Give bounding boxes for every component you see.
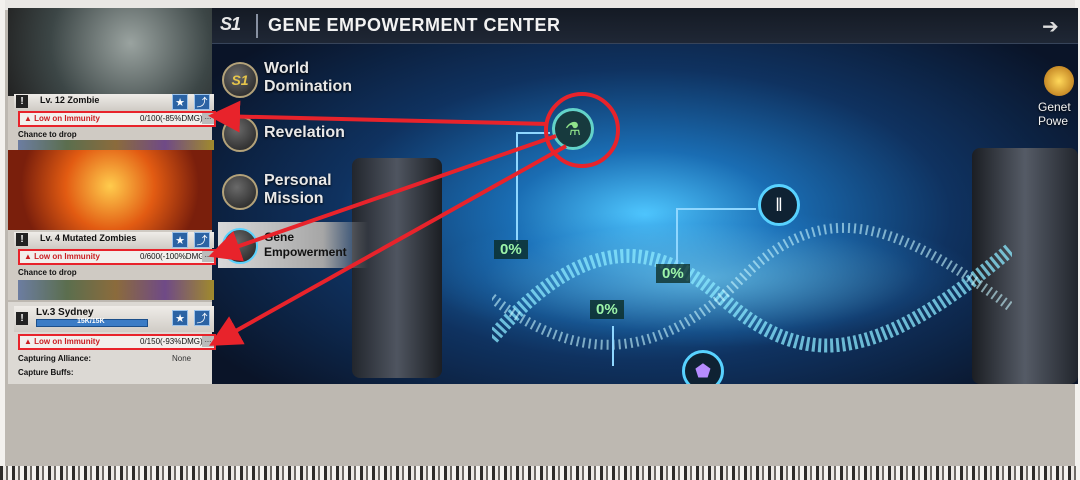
immunity-label: ▲ Low on Immunity (24, 252, 100, 261)
card-title: Lv.3 Sydney (36, 307, 94, 318)
immunity-value: 0/600(-100%DMG) (140, 252, 208, 261)
menu-item-revelation[interactable]: Revelation (218, 110, 368, 156)
immunity-value: 0/150(-93%DMG) (140, 337, 203, 346)
immunity-row: ▲ Low on Immunity 0/100(-85%DMG) ... (18, 111, 216, 127)
hp-bar: 15K/15K (36, 318, 148, 327)
ammo-node[interactable]: ‖ (758, 184, 800, 226)
capturing-alliance-value: None (172, 354, 192, 363)
world-domination-icon: S1 (222, 62, 258, 98)
connector-line (516, 132, 518, 242)
gene-scene: S1 GENE EMPOWERMENT CENTER ➔ S1 World Do… (212, 8, 1078, 384)
progress-percent: 0% (590, 300, 624, 319)
card-header: ! Lv.3 Sydney 15K/15K ★ ⤴ (14, 306, 214, 332)
personal-mission-icon (222, 174, 258, 210)
menu-item-world-domination[interactable]: S1 World Domination (218, 56, 368, 102)
favorite-star-button[interactable]: ★ (172, 232, 188, 248)
zombie-portrait (8, 8, 212, 96)
share-button[interactable]: ⤴ (194, 94, 210, 110)
page-title: GENE EMPOWERMENT CENTER (268, 15, 561, 35)
mutated-zombies-info-card: ! Lv. 4 Mutated Zombies ★ ⤴ ▲ Low on Imm… (8, 150, 216, 300)
connector-line (612, 326, 614, 366)
bullets-icon: ‖ (775, 195, 783, 215)
immunity-value: 0/100(-85%DMG) (140, 114, 203, 123)
menu-label: Revelation (264, 124, 345, 141)
connector-line (676, 208, 678, 264)
progress-percent: 0% (656, 264, 690, 283)
drop-label: Chance to drop (18, 130, 77, 139)
exclamation-icon: ! (16, 233, 28, 246)
back-icon[interactable]: ➔ (1042, 14, 1074, 38)
exclamation-icon: ! (16, 95, 28, 108)
exclamation-icon: ! (16, 312, 28, 325)
immunity-label: ▲ Low on Immunity (24, 114, 100, 123)
hp-value: 15K/15K (77, 318, 105, 325)
progress-percent: 0% (494, 240, 528, 259)
card-title: Lv. 12 Zombie (40, 95, 100, 105)
favorite-star-button[interactable]: ★ (172, 310, 188, 326)
crystal-icon: ⬟ (695, 361, 711, 381)
menu-label: World Domination (264, 60, 352, 95)
favorite-star-button[interactable]: ★ (172, 94, 188, 110)
revelation-icon (222, 116, 258, 152)
gene-empowerment-icon (222, 228, 258, 264)
share-button[interactable]: ⤴ (194, 232, 210, 248)
card-title: Lv. 4 Mutated Zombies (40, 233, 137, 243)
sydney-info-card: ! Lv.3 Sydney 15K/15K ★ ⤴ ▲ Low on Immun… (8, 302, 216, 384)
game-logo: S1 (220, 14, 241, 34)
capturing-alliance-label: Capturing Alliance: (18, 354, 92, 363)
drop-items-strip (18, 140, 214, 150)
connector-line (676, 208, 756, 210)
menu-label: Personal Mission (264, 172, 332, 207)
torn-paper-edge (0, 466, 1080, 480)
more-button[interactable]: ... (202, 336, 214, 347)
trophy-icon[interactable] (1044, 66, 1074, 96)
highlight-circle (544, 92, 620, 168)
drop-label: Chance to drop (18, 268, 77, 277)
more-button[interactable]: ... (202, 251, 214, 262)
title-bar: S1 GENE EMPOWERMENT CENTER ➔ (212, 8, 1078, 44)
drop-items-strip (18, 280, 214, 300)
frame-left-edge (0, 0, 5, 480)
card-header: ! Lv. 4 Mutated Zombies ★ ⤴ (14, 232, 214, 248)
capture-buffs-label: Capture Buffs: (18, 368, 74, 377)
card-header: ! Lv. 12 Zombie ★ ⤴ (14, 94, 214, 110)
menu-item-personal-mission[interactable]: Personal Mission (218, 168, 368, 214)
immunity-row: ▲ Low on Immunity 0/600(-100%DMG) ... (18, 249, 216, 265)
immunity-row: ▲ Low on Immunity 0/150(-93%DMG) ... (18, 334, 216, 350)
more-button[interactable]: ... (202, 113, 214, 124)
share-button[interactable]: ⤴ (194, 310, 210, 326)
crystal-node[interactable]: ⬟ (682, 350, 724, 384)
immunity-label: ▲ Low on Immunity (24, 337, 100, 346)
menu-item-gene-empowerment[interactable]: Gene Empowerment (218, 222, 368, 268)
header-divider (256, 14, 258, 38)
mutated-zombie-portrait (8, 150, 212, 230)
dna-helix (492, 222, 1012, 353)
gene-power-label: Genet Powe (1038, 100, 1071, 128)
zombie-info-card: ! Lv. 12 Zombie ★ ⤴ ▲ Low on Immunity 0/… (8, 8, 216, 150)
menu-label: Gene Empowerment (264, 230, 347, 259)
